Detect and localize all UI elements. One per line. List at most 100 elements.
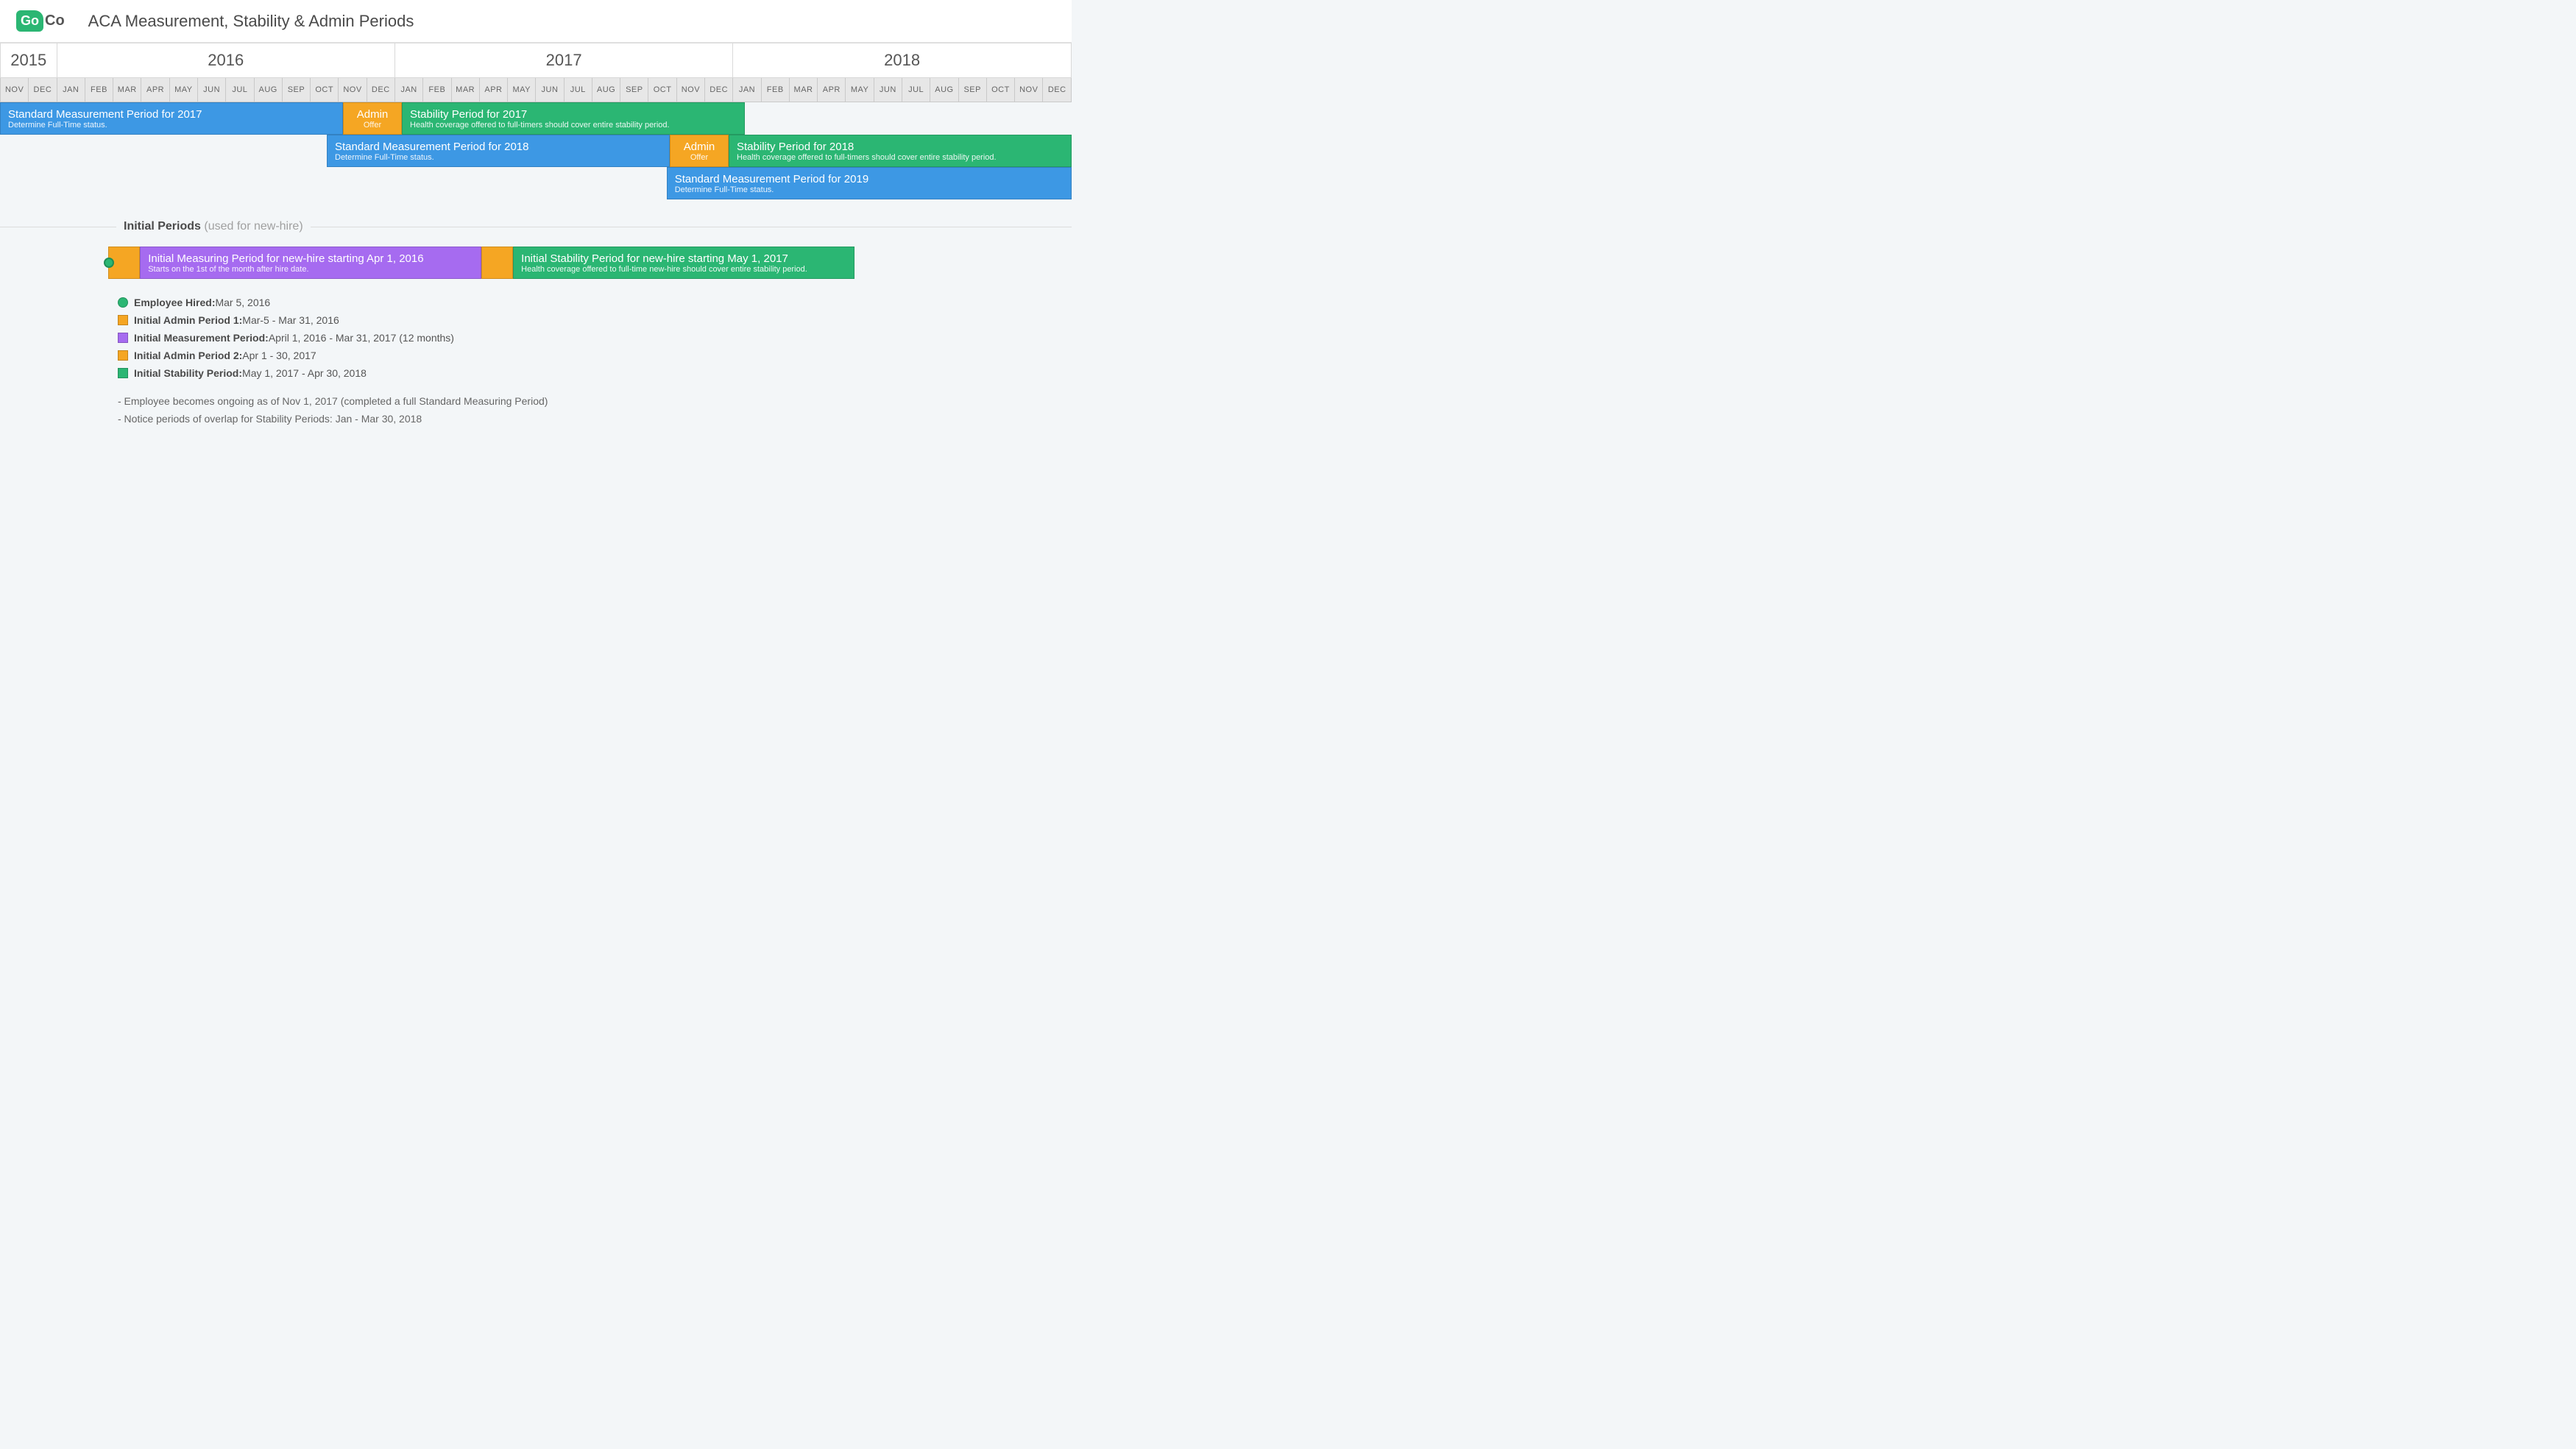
- legend-label: Initial Measurement Period:: [134, 332, 269, 344]
- month-header: MAY: [169, 78, 197, 102]
- period-bar-smp2017: Standard Measurement Period for 2017Dete…: [0, 102, 343, 135]
- period-bar-title: Standard Measurement Period for 2017: [8, 108, 335, 121]
- month-header: JUL: [902, 78, 930, 102]
- legend-label: Initial Stability Period:: [134, 367, 242, 379]
- month-header: MAR: [451, 78, 479, 102]
- period-bar-title: Initial Measuring Period for new-hire st…: [148, 252, 473, 265]
- month-header: MAR: [113, 78, 141, 102]
- year-header: 2015: [1, 43, 57, 78]
- period-bar-isp: Initial Stability Period for new-hire st…: [513, 247, 854, 279]
- period-bar-subtitle: Health coverage offered to full-time new…: [521, 265, 846, 274]
- month-header: JUN: [536, 78, 564, 102]
- period-bar-subtitle: Health coverage offered to full-timers s…: [737, 153, 1064, 162]
- month-header: DEC: [1043, 78, 1072, 102]
- gantt-row: Initial Measuring Period for new-hire st…: [0, 247, 1072, 279]
- initial-periods-gantt: Initial Measuring Period for new-hire st…: [0, 247, 1072, 279]
- month-header: FEB: [423, 78, 451, 102]
- month-header: JUN: [874, 78, 902, 102]
- legend-item: Initial Admin Period 1: Mar-5 - Mar 31, …: [118, 314, 1072, 326]
- month-header: SEP: [620, 78, 648, 102]
- gantt-row: Standard Measurement Period for 2018Dete…: [0, 135, 1072, 167]
- legend-label: Initial Admin Period 2:: [134, 350, 242, 361]
- month-header: JUN: [197, 78, 225, 102]
- legend: Employee Hired: Mar 5, 2016 Initial Admin…: [118, 297, 1072, 379]
- month-header: JAN: [733, 78, 761, 102]
- period-bar-title: Standard Measurement Period for 2019: [675, 173, 1064, 185]
- month-header: APR: [818, 78, 846, 102]
- period-bar-stab2017: Stability Period for 2017Health coverage…: [402, 102, 745, 135]
- period-bar-subtitle: Determine Full-Time status.: [675, 185, 1064, 194]
- month-header: FEB: [85, 78, 113, 102]
- legend-value: Apr 1 - 30, 2017: [242, 350, 316, 361]
- period-bar-subtitle: Determine Full-Time status.: [335, 153, 662, 162]
- month-header: OCT: [986, 78, 1014, 102]
- page-title: ACA Measurement, Stability & Admin Perio…: [88, 12, 414, 31]
- year-header: 2018: [733, 43, 1072, 78]
- logo-text: Co: [45, 13, 65, 29]
- month-header: FEB: [761, 78, 789, 102]
- month-header: AUG: [592, 78, 620, 102]
- period-bar-title: Standard Measurement Period for 2018: [335, 141, 662, 153]
- legend-item: Employee Hired: Mar 5, 2016: [118, 297, 1072, 308]
- month-header: AUG: [930, 78, 958, 102]
- period-bar-subtitle: Health coverage offered to full-timers s…: [410, 121, 737, 130]
- legend-swatch: [118, 350, 128, 361]
- period-bar-iap2: [481, 247, 513, 279]
- month-header: OCT: [311, 78, 339, 102]
- period-bar-title: Stability Period for 2018: [737, 141, 1064, 153]
- note-line: - Employee becomes ongoing as of Nov 1, …: [118, 395, 1072, 407]
- month-header: MAR: [789, 78, 817, 102]
- period-bar-stab2018: Stability Period for 2018Health coverage…: [729, 135, 1072, 167]
- period-bar-smp2019: Standard Measurement Period for 2019Dete…: [667, 167, 1072, 199]
- period-bar-admin2017: AdminOffer: [343, 102, 402, 135]
- period-bar-subtitle: Offer: [364, 121, 381, 130]
- period-bar-smp2018: Standard Measurement Period for 2018Dete…: [327, 135, 670, 167]
- legend-label: Employee Hired:: [134, 297, 215, 308]
- period-bar-title: Stability Period for 2017: [410, 108, 737, 121]
- month-header: JUL: [226, 78, 254, 102]
- month-header: JUL: [564, 78, 592, 102]
- month-header: NOV: [676, 78, 704, 102]
- brand-logo: GoCo: [16, 10, 65, 32]
- legend-swatch: [118, 368, 128, 378]
- legend-value: Mar-5 - Mar 31, 2016: [242, 314, 339, 326]
- month-header: SEP: [958, 78, 986, 102]
- timeline-header: 2015201620172018 NOVDECJANFEBMARAPRMAYJU…: [0, 43, 1072, 102]
- legend-swatch: [118, 333, 128, 343]
- month-header: NOV: [339, 78, 367, 102]
- year-header: 2016: [57, 43, 394, 78]
- month-header: SEP: [282, 78, 310, 102]
- month-header: APR: [141, 78, 169, 102]
- legend-value: May 1, 2017 - Apr 30, 2018: [242, 367, 367, 379]
- standard-periods-gantt: Standard Measurement Period for 2017Dete…: [0, 102, 1072, 199]
- legend-label: Initial Admin Period 1:: [134, 314, 242, 326]
- period-bar-subtitle: Offer: [690, 153, 708, 162]
- initial-periods-divider: Initial Periods (used for new-hire): [0, 220, 1072, 233]
- month-header: NOV: [1, 78, 29, 102]
- app-header: GoCo ACA Measurement, Stability & Admin …: [0, 0, 1072, 43]
- month-header: DEC: [367, 78, 394, 102]
- period-bar-subtitle: Determine Full-Time status.: [8, 121, 335, 130]
- period-bar-title: Initial Stability Period for new-hire st…: [521, 252, 846, 265]
- legend-swatch: [118, 315, 128, 325]
- initial-periods-label: Initial Periods: [124, 220, 201, 233]
- period-bar-title: Admin: [357, 108, 389, 121]
- legend-swatch: [118, 297, 128, 308]
- notes: - Employee becomes ongoing as of Nov 1, …: [118, 395, 1072, 425]
- month-header: NOV: [1015, 78, 1043, 102]
- initial-periods-label-muted: (used for new-hire): [204, 220, 302, 233]
- month-header: AUG: [254, 78, 282, 102]
- month-header: MAY: [846, 78, 874, 102]
- month-header: MAY: [508, 78, 536, 102]
- period-bar-admin2018: AdminOffer: [670, 135, 729, 167]
- period-bar-imp: Initial Measuring Period for new-hire st…: [140, 247, 481, 279]
- year-header: 2017: [394, 43, 732, 78]
- month-header: DEC: [29, 78, 57, 102]
- month-header: JAN: [394, 78, 422, 102]
- hire-marker-icon: [104, 258, 114, 268]
- legend-value: April 1, 2016 - Mar 31, 2017 (12 months): [269, 332, 454, 344]
- month-header: OCT: [648, 78, 676, 102]
- month-header: DEC: [705, 78, 733, 102]
- period-bar-iap1: [108, 247, 140, 279]
- period-bar-title: Admin: [684, 141, 715, 153]
